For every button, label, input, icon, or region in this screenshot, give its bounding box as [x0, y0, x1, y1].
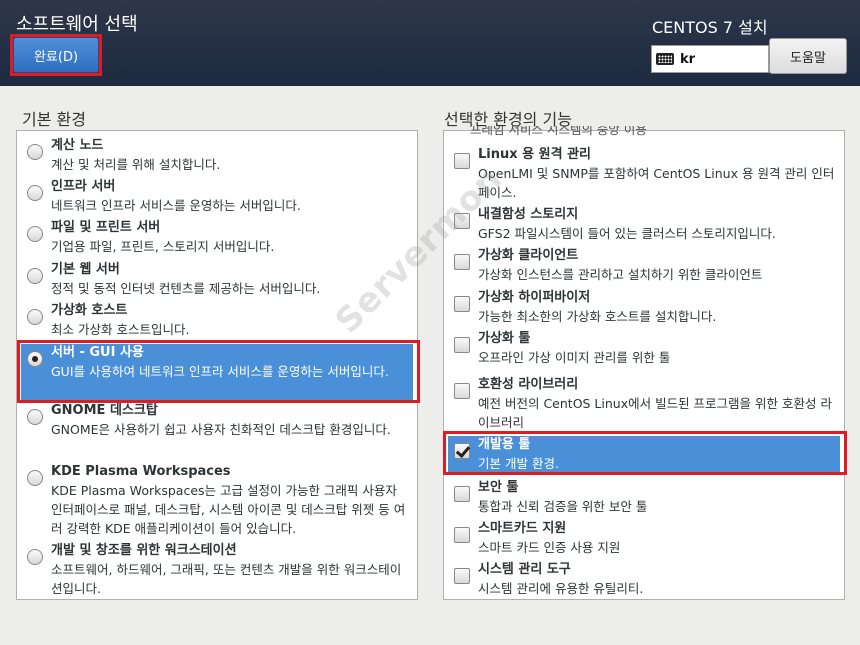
env-item-dev-workstation[interactable]: 개발 및 창조를 위한 워크스테이션 소프트웨어, 하드웨어, 그래픽, 또는 … [21, 542, 413, 599]
keyboard-layout-indicator[interactable]: kr [651, 45, 769, 73]
addon-name: 가상화 툴 [478, 331, 531, 346]
addon-desc: 기본 개발 환경. [478, 456, 559, 471]
env-item-virtualization-host[interactable]: 가상화 호스트 최소 가상화 호스트입니다. [21, 302, 413, 342]
checkbox[interactable] [454, 527, 470, 543]
env-desc: 소프트웨어, 하드웨어, 그래픽, 또는 컨텐츠 개발을 위한 워크스테이션입니… [51, 562, 402, 596]
addon-item-resilient-storage[interactable]: 내결함성 스토리지 GFS2 파일시스템이 들어 있는 클러스터 스토리지입니다… [448, 206, 840, 246]
addon-desc: 오프라인 가상 이미지 관리를 위한 툴 [478, 350, 671, 365]
addon-desc: GFS2 파일시스템이 들어 있는 클러스터 스토리지입니다. [478, 226, 776, 241]
base-environment-list[interactable]: 계산 노드 계산 및 처리를 위해 설치합니다. 인프라 서버 네트워크 인프라… [16, 130, 418, 600]
radio-button[interactable] [27, 226, 43, 242]
env-name: 파일 및 프린트 서버 [51, 220, 161, 235]
partially-scrolled-item: 프레임 서비스 시스템의 중앙 이용 [470, 126, 790, 136]
checkbox[interactable] [454, 568, 470, 584]
addon-item-virtualization-client[interactable]: 가상화 클라이언트 가상화 인스턴스를 관리하고 설치하기 위한 클라이언트 [448, 247, 840, 287]
checkbox[interactable] [454, 254, 470, 270]
env-name: 가상화 호스트 [51, 303, 128, 318]
checkbox[interactable] [454, 153, 470, 169]
radio-button[interactable] [27, 309, 43, 325]
env-item-file-print-server[interactable]: 파일 및 프린트 서버 기업용 파일, 프린트, 스토리지 서버입니다. [21, 219, 413, 259]
env-desc: 네트워크 인프라 서비스를 운영하는 서버입니다. [51, 198, 301, 213]
radio-button[interactable] [27, 144, 43, 160]
env-desc: GUI를 사용하여 네트워크 인프라 서비스를 운영하는 서버입니다. [51, 364, 389, 379]
env-name: 개발 및 창조를 위한 워크스테이션 [51, 543, 237, 558]
env-name: 기본 웹 서버 [51, 262, 120, 277]
env-desc: 기업용 파일, 프린트, 스토리지 서버입니다. [51, 239, 275, 254]
env-item-kde-plasma[interactable]: KDE Plasma Workspaces KDE Plasma Workspa… [21, 463, 413, 541]
addon-desc: 예전 버전의 CentOS Linux에서 빌드된 프로그램을 위한 호환성 라… [478, 396, 832, 430]
checkbox[interactable] [454, 383, 470, 399]
radio-button[interactable] [27, 470, 43, 486]
addon-name: 호환성 라이브러리 [478, 377, 579, 392]
addon-item-development-tools[interactable]: 개발용 툴 기본 개발 환경. [448, 436, 840, 474]
env-item-server-gui[interactable]: 서버 - GUI 사용 GUI를 사용하여 네트워크 인프라 서비스를 운영하는… [21, 344, 413, 400]
addon-item-remote-management[interactable]: Linux 용 원격 관리 OpenLMI 및 SNMP를 포함하여 CentO… [448, 146, 840, 204]
keyboard-layout-label: kr [680, 51, 696, 67]
addon-name: 내결함성 스토리지 [478, 207, 579, 222]
addon-item-compat-libraries[interactable]: 호환성 라이브러리 예전 버전의 CentOS Linux에서 빌드된 프로그램… [448, 376, 840, 434]
env-item-basic-web-server[interactable]: 기본 웹 서버 정적 및 동적 인터넷 컨텐츠를 제공하는 서버입니다. [21, 261, 413, 301]
env-name: 계산 노드 [51, 138, 104, 153]
env-item-gnome-desktop[interactable]: GNOME 데스크탑 GNOME은 사용하기 쉽고 사용자 친화적인 데스크탑 … [21, 402, 413, 460]
addon-name: 가상화 클라이언트 [478, 248, 579, 263]
env-item-compute-node[interactable]: 계산 노드 계산 및 처리를 위해 설치합니다. [21, 137, 413, 177]
env-name: KDE Plasma Workspaces [51, 464, 231, 479]
base-environment-label: 기본 환경 [22, 110, 86, 129]
addon-desc: 스마트 카드 인증 사용 지원 [478, 540, 621, 555]
env-name: 인프라 서버 [51, 179, 116, 194]
radio-button[interactable] [27, 185, 43, 201]
help-button[interactable]: 도움말 [769, 38, 847, 74]
keyboard-icon [656, 53, 674, 65]
addon-name: 보안 툴 [478, 480, 519, 495]
partial-text: 프레임 서비스 시스템의 중앙 이용 [470, 126, 647, 136]
env-name: 서버 - GUI 사용 [51, 345, 144, 360]
addon-item-virtualization-tools[interactable]: 가상화 툴 오프라인 가상 이미지 관리를 위한 툴 [448, 330, 840, 370]
product-title: CENTOS 7 설치 [652, 18, 768, 37]
addon-name: 개발용 툴 [478, 437, 531, 452]
addon-item-security-tools[interactable]: 보안 툴 통합과 신뢰 검증을 위한 보안 툴 [448, 479, 840, 519]
addon-name: 스마트카드 지원 [478, 521, 567, 536]
addon-item-system-admin-tools[interactable]: 시스템 관리 도구 시스템 관리에 유용한 유틸리티. [448, 561, 840, 599]
page-title: 소프트웨어 선택 [16, 14, 138, 35]
checkbox-checked[interactable] [454, 443, 470, 459]
addon-desc: 가능한 최소한의 가상화 호스트를 설치합니다. [478, 309, 717, 324]
env-desc: 최소 가상화 호스트입니다. [51, 322, 190, 337]
addon-name: 시스템 관리 도구 [478, 562, 571, 577]
env-name: GNOME 데스크탑 [51, 403, 158, 418]
addon-name: Linux 용 원격 관리 [478, 147, 592, 162]
addon-desc: 시스템 관리에 유용한 유틸리티. [478, 581, 644, 596]
radio-button[interactable] [27, 268, 43, 284]
env-desc: KDE Plasma Workspaces는 고급 설정이 가능한 그래픽 사용… [51, 483, 406, 536]
env-desc: 정적 및 동적 인터넷 컨텐츠를 제공하는 서버입니다. [51, 281, 321, 296]
done-button-highlight [10, 34, 102, 76]
env-desc: 계산 및 처리를 위해 설치합니다. [51, 157, 221, 172]
checkbox[interactable] [454, 213, 470, 229]
checkbox[interactable] [454, 296, 470, 312]
header-bar: 소프트웨어 선택 완료(D) CENTOS 7 설치 kr 도움말 [0, 0, 860, 86]
env-item-infra-server[interactable]: 인프라 서버 네트워크 인프라 서비스를 운영하는 서버입니다. [21, 178, 413, 218]
radio-button[interactable] [27, 409, 43, 425]
radio-button[interactable] [27, 549, 43, 565]
env-desc: GNOME은 사용하기 쉽고 사용자 친화적인 데스크탑 환경입니다. [51, 422, 391, 437]
addons-list[interactable]: Linux 용 원격 관리 OpenLMI 및 SNMP를 포함하여 CentO… [443, 130, 845, 600]
checkbox[interactable] [454, 486, 470, 502]
addon-desc: 통합과 신뢰 검증을 위한 보안 툴 [478, 499, 648, 514]
checkbox[interactable] [454, 337, 470, 353]
addon-item-smartcard-support[interactable]: 스마트카드 지원 스마트 카드 인증 사용 지원 [448, 520, 840, 560]
addon-desc: OpenLMI 및 SNMP를 포함하여 CentOS Linux 용 원격 관… [478, 166, 835, 200]
addon-desc: 가상화 인스턴스를 관리하고 설치하기 위한 클라이언트 [478, 267, 763, 282]
addon-name: 가상화 하이퍼바이저 [478, 290, 591, 305]
addon-item-virtualization-hypervisor[interactable]: 가상화 하이퍼바이저 가능한 최소한의 가상화 호스트를 설치합니다. [448, 289, 840, 329]
radio-button-selected[interactable] [27, 351, 43, 367]
